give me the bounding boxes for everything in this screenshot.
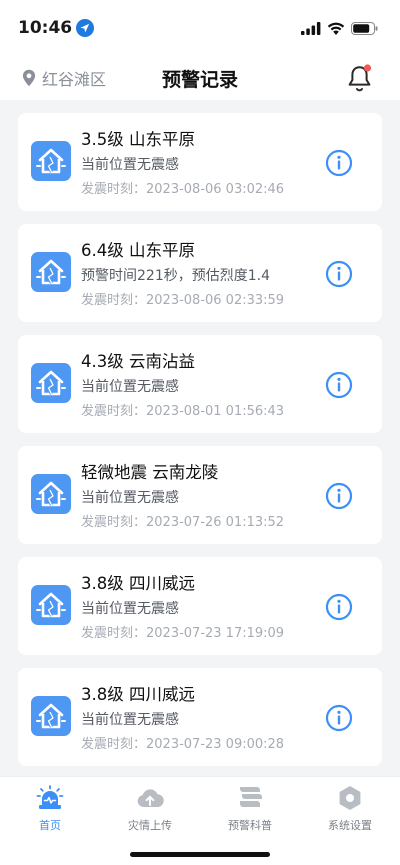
- info-icon: [325, 593, 353, 621]
- info-icon: [325, 704, 353, 732]
- record-title: 3.8级 四川威远: [81, 574, 195, 593]
- info-icon: [325, 482, 353, 510]
- status-bar: 10:46: [0, 0, 400, 56]
- record-card[interactable]: 3.8级 四川威远 当前位置无震感 发震时刻：2023-07-23 17:19:…: [18, 557, 382, 655]
- record-time: 发震时刻：2023-07-23 17:19:09: [81, 626, 285, 641]
- info-icon: [325, 149, 353, 177]
- bell-icon: [348, 64, 372, 92]
- record-card[interactable]: 3.5级 山东平原 当前位置无震感 发震时刻：2023-08-06 03:02:…: [18, 113, 382, 211]
- wifi-icon: [327, 22, 345, 35]
- record-subtitle: 当前位置无震感: [81, 490, 179, 506]
- page-title: 预警记录: [161, 69, 238, 91]
- tab-system-settings[interactable]: 系统设置: [300, 783, 400, 837]
- tab-home[interactable]: 首页: [0, 783, 100, 837]
- battery-icon: [351, 21, 378, 35]
- record-subtitle: 当前位置无震感: [81, 712, 179, 728]
- earthquake-house-icon: [31, 141, 71, 181]
- info-button[interactable]: [325, 260, 353, 288]
- tab-label: 预警科普: [228, 819, 272, 832]
- record-time: 发震时刻：2023-08-06 02:33:59: [81, 293, 285, 308]
- warning-record-list[interactable]: 3.5级 山东平原 当前位置无震感 发震时刻：2023-08-06 03:02:…: [0, 100, 400, 776]
- info-button[interactable]: [325, 704, 353, 732]
- cellular-signal-icon: [301, 21, 321, 35]
- record-time: 发震时刻：2023-08-06 03:02:46: [81, 182, 285, 197]
- location-arrow-icon: [76, 19, 95, 37]
- home-indicator: [130, 852, 270, 857]
- notification-button[interactable]: [346, 64, 372, 92]
- earthquake-house-icon: [31, 696, 71, 736]
- earthquake-house-icon: [31, 585, 71, 625]
- earthquake-house-icon: [31, 474, 71, 514]
- tab-disaster-upload[interactable]: 灾情上传: [100, 783, 200, 837]
- record-title: 轻微地震 云南龙陵: [81, 463, 219, 482]
- record-card[interactable]: 4.3级 云南沾益 当前位置无震感 发震时刻：2023-08-01 01:56:…: [18, 335, 382, 433]
- notification-dot: [363, 64, 372, 72]
- earthquake-house-icon: [31, 363, 71, 403]
- cloud-upload-icon: [137, 789, 164, 808]
- info-button[interactable]: [325, 149, 353, 177]
- record-subtitle: 当前位置无震感: [81, 601, 179, 617]
- record-time: 发震时刻：2023-08-01 01:56:43: [81, 404, 285, 419]
- record-title: 3.8级 四川威远: [81, 685, 195, 704]
- info-button[interactable]: [325, 371, 353, 399]
- tab-label: 灾情上传: [128, 819, 172, 832]
- record-title: 4.3级 云南沾益: [81, 352, 195, 371]
- info-icon: [325, 260, 353, 288]
- settings-hexagon-icon: [339, 786, 361, 810]
- status-indicators: [301, 21, 378, 35]
- record-subtitle: 预警时间221秒，预估烈度1.4: [81, 268, 270, 284]
- alarm-icon: [36, 785, 64, 809]
- record-title: 6.4级 山东平原: [81, 241, 195, 260]
- info-icon: [325, 371, 353, 399]
- record-subtitle: 当前位置无震感: [81, 157, 179, 173]
- record-title: 3.5级 山东平原: [81, 130, 195, 149]
- record-card[interactable]: 6.4级 山东平原 预警时间221秒，预估烈度1.4 发震时刻：2023-08-…: [18, 224, 382, 322]
- record-card[interactable]: 轻微地震 云南龙陵 当前位置无震感 发震时刻：2023-07-26 01:13:…: [18, 446, 382, 544]
- clock-text: 10:46: [18, 18, 73, 38]
- info-button[interactable]: [325, 482, 353, 510]
- status-time: 10:46: [18, 18, 95, 38]
- record-time: 发震时刻：2023-07-26 01:13:52: [81, 515, 285, 530]
- tab-warning-education[interactable]: 预警科普: [200, 783, 300, 837]
- info-button[interactable]: [325, 593, 353, 621]
- earthquake-house-icon: [31, 252, 71, 292]
- tab-label: 系统设置: [328, 819, 372, 832]
- record-card[interactable]: 3.8级 四川威远 当前位置无震感 发震时刻：2023-07-23 09:00:…: [18, 668, 382, 766]
- record-time: 发震时刻：2023-07-23 09:00:28: [81, 737, 285, 752]
- record-subtitle: 当前位置无震感: [81, 379, 179, 395]
- app-header: 红谷滩区 预警记录: [0, 56, 400, 100]
- book-icon: [240, 787, 262, 807]
- tab-label: 首页: [39, 819, 61, 832]
